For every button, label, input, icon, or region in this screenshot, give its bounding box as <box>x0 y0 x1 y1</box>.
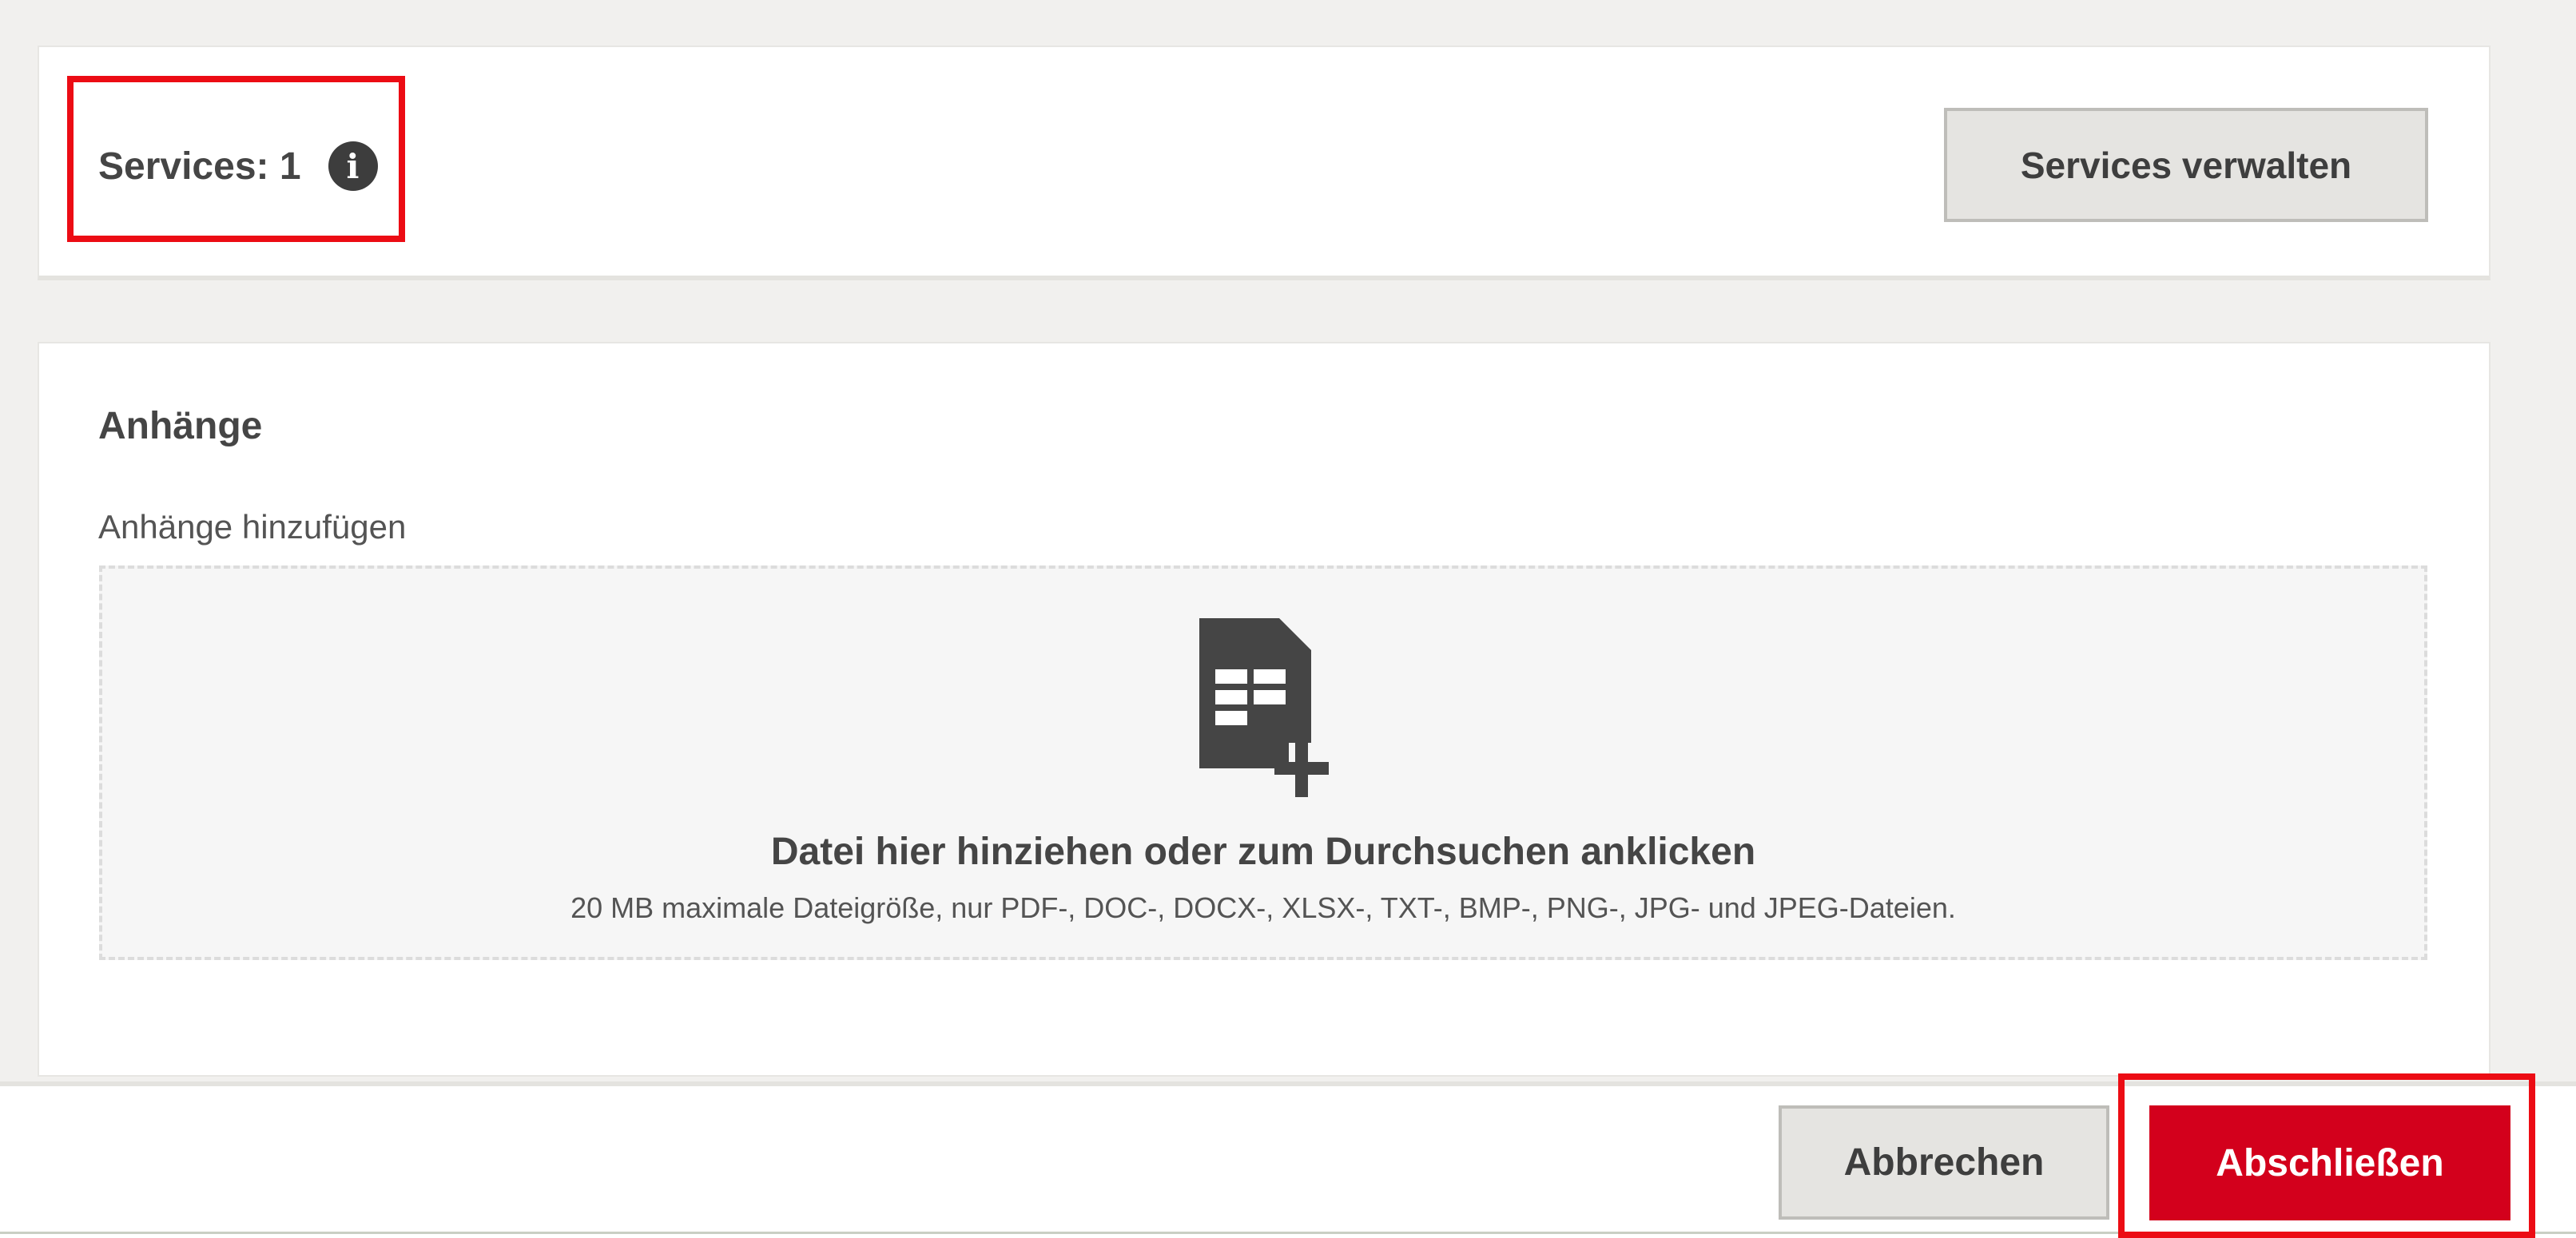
services-count-label: Services: 1 <box>98 145 301 188</box>
manage-services-button[interactable]: Services verwalten <box>1944 108 2428 222</box>
dropzone-title: Datei hier hinziehen oder zum Durchsuche… <box>770 831 1756 873</box>
finish-button[interactable]: Abschließen <box>2149 1105 2510 1220</box>
info-icon[interactable]: i <box>328 141 378 191</box>
attachments-title: Anhänge <box>98 405 263 447</box>
cancel-button[interactable]: Abbrechen <box>1779 1105 2109 1220</box>
attachments-add-label: Anhänge hinzufügen <box>98 508 407 546</box>
footer-divider <box>0 1232 2576 1234</box>
dropzone-hint: 20 MB maximale Dateigröße, nur PDF-, DOC… <box>570 891 1956 924</box>
file-dropzone[interactable]: Datei hier hinziehen oder zum Durchsuche… <box>99 565 2427 960</box>
services-card: Services: 1 i Services verwalten <box>38 46 2491 280</box>
services-count: Services: 1 i <box>98 141 378 191</box>
attachments-card: Anhänge Anhänge hinzufügen Datei hier hi… <box>38 342 2491 1077</box>
file-add-icon <box>1199 618 1329 797</box>
